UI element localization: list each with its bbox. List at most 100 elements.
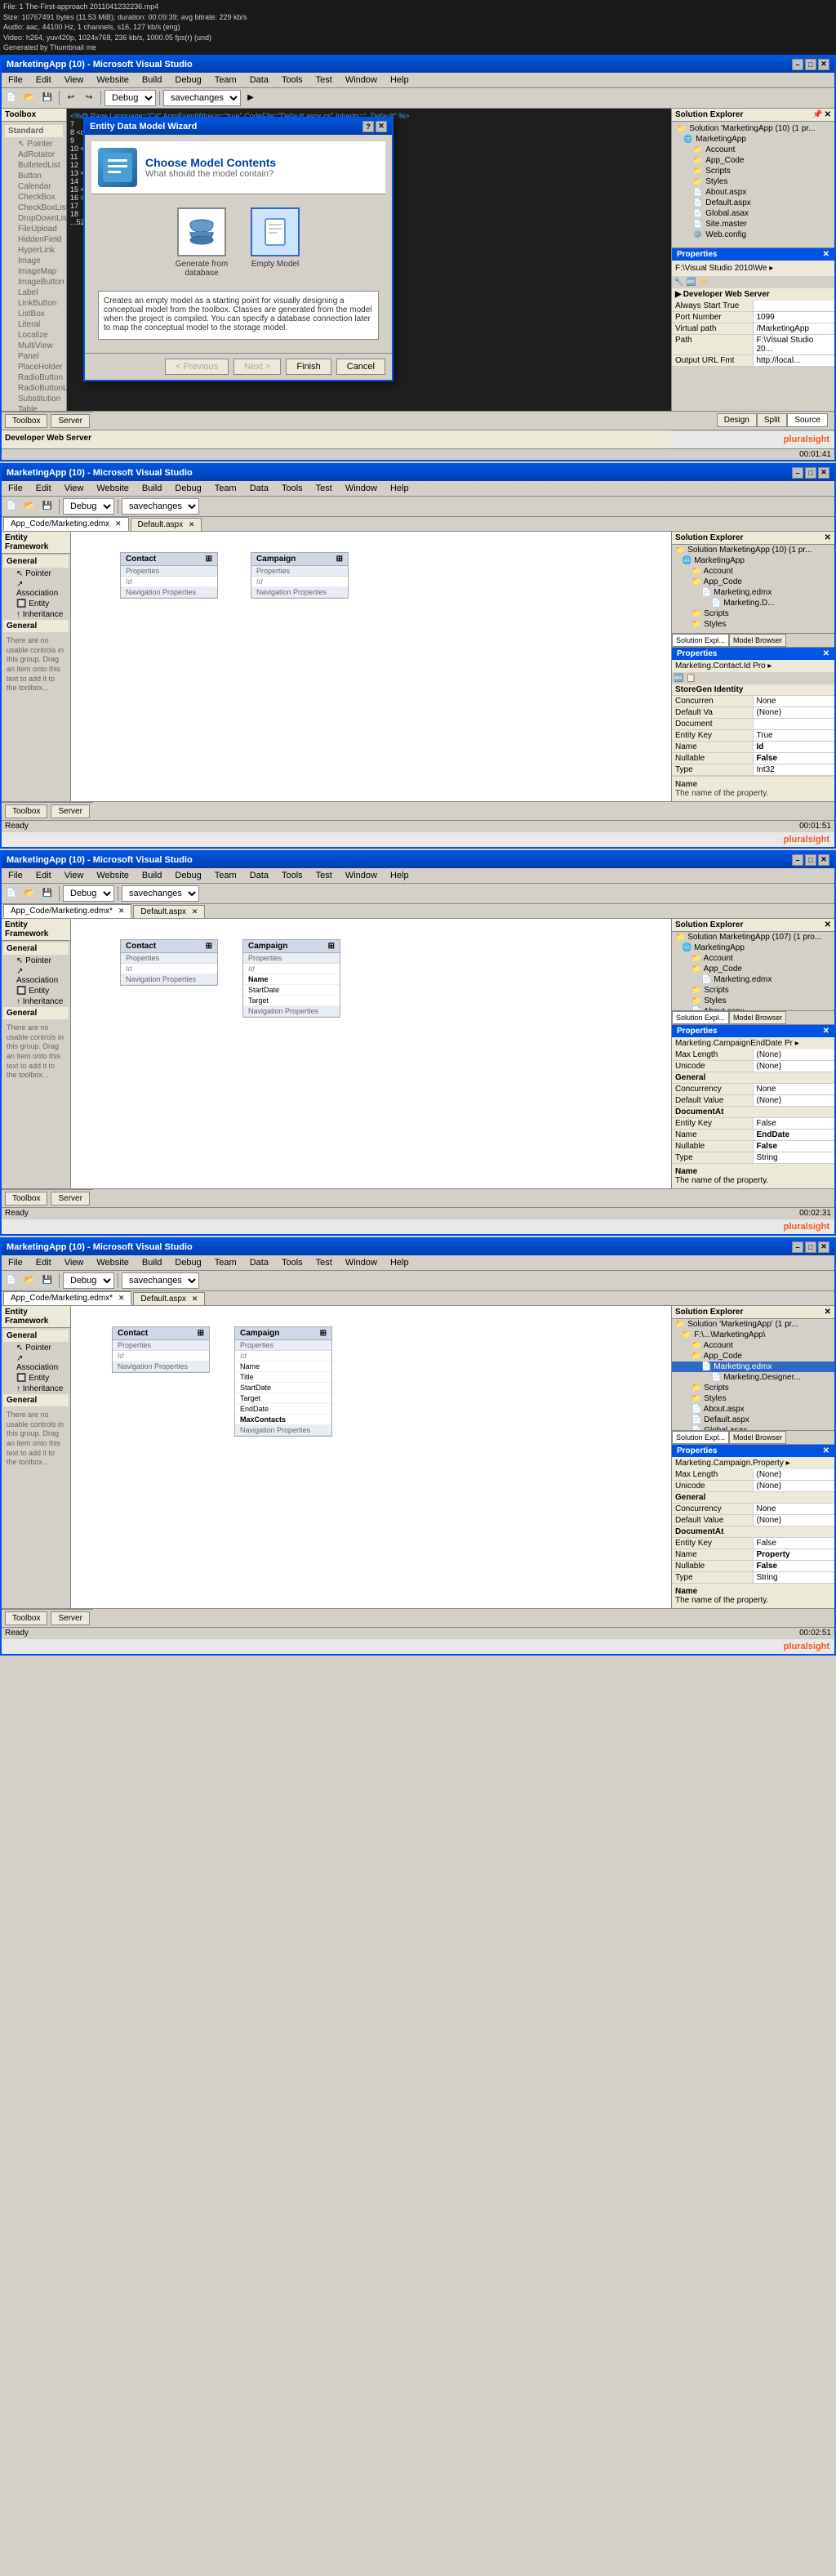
tree-webconfig-1[interactable]: ⚙️ Web.config xyxy=(674,230,833,240)
prop-url-value[interactable]: http://local... xyxy=(754,355,835,366)
tab-marketing-4[interactable]: App_Code/Marketing.edmx* ✕ xyxy=(3,1291,131,1305)
sol-close-3[interactable]: ✕ xyxy=(825,920,831,929)
mapp-3[interactable]: 🌐 MarketingApp xyxy=(672,943,834,953)
solution-root-1[interactable]: 📁 Solution 'MarketingApp (10) (1 pr... xyxy=(674,123,833,134)
designer-area-2[interactable]: Contact ⊞ Properties Id Navigation Prope… xyxy=(71,532,671,801)
menu-edit-3[interactable]: Edit xyxy=(33,870,55,881)
minimize-btn-1[interactable]: – xyxy=(792,59,803,70)
menu-test-1[interactable]: Test xyxy=(313,74,336,86)
tb-save-4[interactable]: 💾 xyxy=(39,1272,56,1289)
tool-panel[interactable]: Panel xyxy=(5,351,63,362)
contact-entity-2[interactable]: Contact ⊞ Properties Id Navigation Prope… xyxy=(120,552,218,599)
maximize-btn-3[interactable]: □ xyxy=(805,854,816,866)
menu-build-3[interactable]: Build xyxy=(139,870,165,881)
ef-inheritance-3[interactable]: ↑ Inheritance xyxy=(3,996,69,1007)
tool-checkboxlist[interactable]: CheckBoxList xyxy=(5,203,63,213)
ef-association-4[interactable]: ↗ Association xyxy=(3,1353,69,1373)
ef-entity-4[interactable]: 🔲 Entity xyxy=(3,1373,69,1384)
defval-v-3[interactable]: (None) xyxy=(754,1095,835,1106)
marketing-d-node-2[interactable]: 📄 Marketing.D... xyxy=(672,598,834,608)
prev-button[interactable]: < Previous xyxy=(165,359,229,375)
tab-close-marketing[interactable]: ✕ xyxy=(115,519,122,528)
tool-button[interactable]: Button xyxy=(5,171,63,181)
tool-imagebutton[interactable]: ImageButton xyxy=(5,277,63,287)
split-tab-1[interactable]: Split xyxy=(757,413,787,427)
tool-checkbox[interactable]: CheckBox xyxy=(5,192,63,203)
maximize-btn-1[interactable]: □ xyxy=(805,59,816,70)
sol-tab-3[interactable]: Solution Expl... xyxy=(672,1011,729,1024)
debug-dropdown-3[interactable]: Debug xyxy=(63,885,114,902)
server-tab-3[interactable]: Server xyxy=(51,1192,89,1206)
tool-radiobuttonlist[interactable]: RadioButtonList xyxy=(5,383,63,394)
tab-marketing-edmx-3[interactable]: App_Code/Marketing.edmx* ✕ xyxy=(3,904,131,918)
tb-save-2[interactable]: 💾 xyxy=(39,498,56,515)
menu-window-2[interactable]: Window xyxy=(342,483,380,494)
sol-root-3[interactable]: 📁 Solution MarketingApp (107) (1 pro... xyxy=(672,932,834,943)
sol-close-btn-2[interactable]: ✕ xyxy=(825,533,831,542)
menu-team-3[interactable]: Team xyxy=(211,870,240,881)
account-4[interactable]: 📁 Account xyxy=(672,1340,834,1351)
tree-scripts-1[interactable]: 📁 Scripts xyxy=(674,166,833,176)
marketing-edmx-node-2[interactable]: 📄 Marketing.edmx xyxy=(672,587,834,598)
menu-data-2[interactable]: Data xyxy=(247,483,272,494)
null-v-4[interactable]: False xyxy=(754,1561,835,1571)
next-button[interactable]: Next > xyxy=(233,359,281,375)
menu-debug-3[interactable]: Debug xyxy=(171,870,204,881)
props-close-3[interactable]: ✕ xyxy=(823,1027,829,1036)
props-sort-icon-2[interactable]: 🔤 xyxy=(674,674,683,683)
tool-hyperlink[interactable]: HyperLink xyxy=(5,245,63,256)
ef-association-3[interactable]: ↗ Association xyxy=(3,966,69,986)
menu-tools-2[interactable]: Tools xyxy=(278,483,306,494)
sol-tab-4[interactable]: Solution Expl... xyxy=(672,1431,729,1444)
props-icon-2[interactable]: 🔤 xyxy=(686,278,696,287)
config-dropdown-3[interactable]: savechanges xyxy=(122,885,199,902)
sol-root-4[interactable]: 📁 Solution 'MarketingApp' (1 pr... xyxy=(672,1319,834,1330)
tab-close-4a[interactable]: ✕ xyxy=(118,1294,125,1302)
sol-close-4[interactable]: ✕ xyxy=(825,1308,831,1317)
tb-open-1[interactable]: 📂 xyxy=(21,90,38,106)
tool-label[interactable]: Label xyxy=(5,287,63,298)
nullable-value-2[interactable]: False xyxy=(754,753,835,764)
menu-tools-1[interactable]: Tools xyxy=(278,74,306,86)
tool-localize[interactable]: Localize xyxy=(5,330,63,341)
tb-redo-1[interactable]: ↪ xyxy=(81,90,97,106)
ef-pointer-4[interactable]: ↖ Pointer xyxy=(3,1343,69,1353)
contact-entity-4[interactable]: Contact ⊞ Properties Id Navigation Prope… xyxy=(112,1326,210,1373)
menu-team-1[interactable]: Team xyxy=(211,74,240,86)
model-browser-tab-2[interactable]: Model Browser xyxy=(729,634,786,647)
account-3[interactable]: 📁 Account xyxy=(672,953,834,964)
maximize-btn-2[interactable]: □ xyxy=(805,467,816,479)
appcode-4[interactable]: 📁 App_Code xyxy=(672,1351,834,1362)
unicode-v-3[interactable]: (None) xyxy=(754,1061,835,1072)
tool-fileupload[interactable]: FileUpload xyxy=(5,224,63,234)
menu-test-2[interactable]: Test xyxy=(313,483,336,494)
tool-image[interactable]: Image xyxy=(5,256,63,266)
tab-close-4b[interactable]: ✕ xyxy=(192,1295,198,1303)
marketingapp-node-2[interactable]: 🌐 MarketingApp xyxy=(672,555,834,566)
tree-global-1[interactable]: 📄 Global.asax xyxy=(674,208,833,219)
finish-button[interactable]: Finish xyxy=(286,359,331,375)
designer-area-4[interactable]: Contact ⊞ Properties Id Navigation Prope… xyxy=(71,1306,671,1608)
props-close-4[interactable]: ✕ xyxy=(823,1446,829,1455)
menu-edit-1[interactable]: Edit xyxy=(33,74,55,86)
model-tab-3[interactable]: Model Browser xyxy=(729,1011,786,1024)
ef-pointer-2[interactable]: ↖ Pointer xyxy=(3,568,69,579)
dev-server-expand[interactable]: ▶ xyxy=(675,290,682,299)
styles-4[interactable]: 📁 Styles xyxy=(672,1393,834,1404)
styles-3[interactable]: 📁 Styles xyxy=(672,996,834,1006)
campaign-entity-2[interactable]: Campaign ⊞ Properties Id Navigation Prop… xyxy=(251,552,349,599)
panel-close-btn-1[interactable]: ✕ xyxy=(825,110,831,119)
menu-debug-2[interactable]: Debug xyxy=(171,483,204,494)
name-prop-value-2[interactable]: Id xyxy=(754,742,835,752)
ef-entity-2[interactable]: 🔲 Entity xyxy=(3,599,69,609)
tree-default-1[interactable]: 📄 Default.aspx xyxy=(674,198,833,208)
menu-view-4[interactable]: View xyxy=(61,1257,87,1268)
ef-inheritance-4[interactable]: ↑ Inheritance xyxy=(3,1384,69,1394)
menu-data-4[interactable]: Data xyxy=(247,1257,272,1268)
design-tab-1[interactable]: Design xyxy=(717,413,757,427)
tab-close-3a[interactable]: ✕ xyxy=(118,907,125,915)
marketing-designer-4[interactable]: 📄 Marketing.Designer... xyxy=(672,1372,834,1383)
tool-adinrotator[interactable]: AdRotator xyxy=(5,149,63,160)
name-v-4[interactable]: Property xyxy=(754,1549,835,1560)
dialog-close-btn[interactable]: ✕ xyxy=(376,121,387,132)
